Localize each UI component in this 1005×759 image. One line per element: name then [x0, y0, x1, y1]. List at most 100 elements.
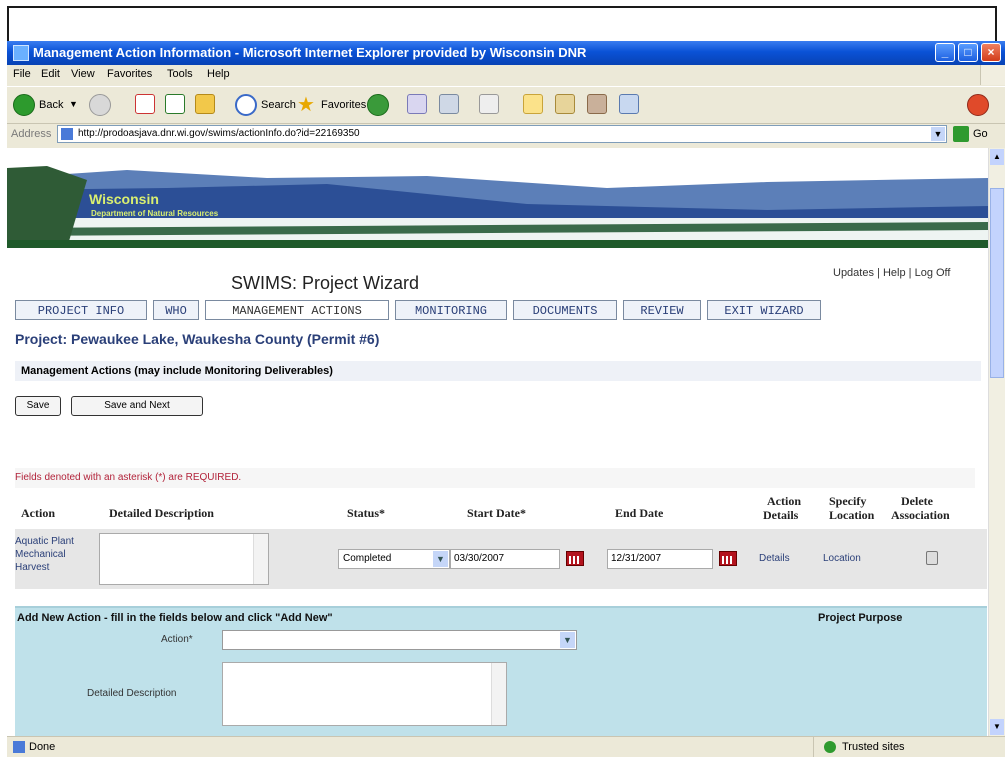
stop-icon[interactable] — [135, 94, 155, 114]
textarea-scrollbar[interactable] — [491, 663, 506, 725]
go-arrow-icon[interactable] — [953, 126, 969, 142]
status-select[interactable]: Completed ▼ — [338, 549, 450, 569]
menu-edit[interactable]: Edit — [41, 68, 60, 80]
calendar-icon[interactable] — [719, 551, 737, 566]
tab-review[interactable]: REVIEW — [623, 300, 701, 320]
home-icon[interactable] — [195, 94, 215, 114]
back-arrow-icon[interactable] — [13, 94, 35, 116]
books-icon[interactable] — [587, 94, 607, 114]
col-action-details-1: Action — [767, 494, 801, 508]
save-button[interactable]: Save — [15, 396, 61, 416]
research-icon[interactable] — [555, 94, 575, 114]
col-delete-1: Delete — [901, 494, 933, 508]
top-links: Updates | Help | Log Off — [833, 267, 951, 279]
details-link[interactable]: Details — [759, 553, 790, 564]
refresh-icon[interactable] — [165, 94, 185, 114]
action-select[interactable]: ▼ — [222, 630, 577, 650]
tab-monitoring[interactable]: MONITORING — [395, 300, 507, 320]
scroll-thumb[interactable] — [990, 188, 1004, 378]
go-label[interactable]: Go — [973, 128, 988, 140]
address-input[interactable]: http://prodoasjava.dnr.wi.gov/swims/acti… — [57, 125, 947, 143]
col-location-2: Location — [829, 508, 875, 522]
favorites-label[interactable]: Favorites — [321, 99, 366, 111]
tab-project-info[interactable]: PROJECT INFO — [15, 300, 147, 320]
tab-who[interactable]: WHO — [153, 300, 199, 320]
col-description: Detailed Description — [109, 506, 214, 520]
menu-file[interactable]: File — [13, 68, 31, 80]
maximize-button[interactable]: □ — [958, 43, 978, 62]
page-content: Wisconsin Department of Natural Resource… — [7, 148, 988, 736]
search-icon[interactable] — [235, 94, 257, 116]
page-title: SWIMS: Project Wizard — [231, 273, 420, 293]
address-bar: Address http://prodoasjava.dnr.wi.gov/sw… — [7, 123, 1005, 147]
col-action: Action — [21, 506, 55, 520]
back-dropdown-icon[interactable]: ▼ — [69, 99, 78, 109]
col-location-1: Specify — [829, 494, 867, 508]
minimize-button[interactable]: _ — [935, 43, 955, 62]
description-textarea[interactable] — [222, 662, 507, 726]
menu-favorites[interactable]: Favorites — [107, 68, 152, 80]
tab-management-actions[interactable]: MANAGEMENT ACTIONS — [205, 300, 389, 320]
description-label: Detailed Description — [87, 688, 177, 699]
updates-link[interactable]: Updates — [833, 267, 874, 279]
history-icon[interactable] — [367, 94, 389, 116]
row-description-textarea[interactable] — [99, 533, 269, 585]
title-bar[interactable]: Management Action Information - Microsof… — [7, 41, 1005, 65]
toolbar: Back ▼ Search ★ Favorites — [7, 86, 1005, 124]
messenger-icon[interactable] — [619, 94, 639, 114]
calendar-icon[interactable] — [566, 551, 584, 566]
col-delete-2: Association — [891, 508, 950, 522]
scroll-down-icon[interactable]: ▼ — [990, 719, 1004, 735]
delete-icon[interactable] — [926, 551, 938, 565]
forward-arrow-icon[interactable] — [89, 94, 111, 116]
chevron-down-icon[interactable]: ▼ — [560, 632, 575, 648]
folder-icon[interactable] — [523, 94, 543, 114]
textarea-scrollbar[interactable] — [253, 534, 268, 584]
action-label: Action* — [161, 634, 193, 645]
col-end-date: End Date — [615, 506, 664, 520]
windows-logo-icon — [980, 65, 1005, 85]
print-icon[interactable] — [439, 94, 459, 114]
col-start-date: Start Date* — [467, 506, 526, 520]
dnr-banner: Wisconsin Department of Natural Resource… — [7, 148, 988, 248]
window-title: Management Action Information - Microsof… — [33, 45, 587, 60]
extra-tool-icon[interactable] — [967, 94, 989, 116]
row-action: Aquatic Plant Mechanical Harvest — [15, 536, 74, 573]
status-bar: Done Trusted sites — [7, 736, 1005, 757]
add-new-header: Add New Action - fill in the fields belo… — [17, 612, 333, 624]
favorites-star-icon[interactable]: ★ — [297, 95, 317, 115]
start-date-input[interactable]: 03/30/2007 — [450, 549, 560, 569]
col-status: Status* — [347, 506, 386, 520]
end-date-input[interactable]: 12/31/2007 — [607, 549, 713, 569]
save-and-next-button[interactable]: Save and Next — [71, 396, 203, 416]
menu-tools[interactable]: Tools — [167, 68, 193, 80]
mail-icon[interactable] — [407, 94, 427, 114]
location-link[interactable]: Location — [823, 553, 861, 564]
vertical-scrollbar[interactable]: ▲ ▼ — [988, 148, 1005, 736]
page-done-icon — [13, 741, 25, 753]
ie-icon — [13, 45, 29, 61]
log-off-link[interactable]: Log Off — [915, 267, 951, 279]
help-link[interactable]: Help — [883, 267, 906, 279]
tab-documents[interactable]: DOCUMENTS — [513, 300, 617, 320]
page-icon — [61, 128, 73, 140]
close-button[interactable]: × — [981, 43, 1001, 62]
check-icon — [824, 741, 836, 753]
banner-wisconsin: Wisconsin — [89, 191, 159, 207]
menu-view[interactable]: View — [71, 68, 95, 80]
zone-label: Trusted sites — [842, 741, 905, 753]
status-value: Completed — [343, 553, 392, 564]
menu-help[interactable]: Help — [207, 68, 230, 80]
search-label[interactable]: Search — [261, 99, 296, 111]
address-dropdown-icon[interactable]: ▼ — [931, 127, 945, 141]
project-purpose-label: Project Purpose — [818, 612, 903, 624]
required-note: Fields denoted with an asterisk (*) are … — [15, 468, 975, 488]
chevron-down-icon[interactable]: ▼ — [433, 551, 448, 567]
col-action-details-2: Details — [763, 508, 799, 522]
tab-exit-wizard[interactable]: EXIT WIZARD — [707, 300, 821, 320]
scroll-up-icon[interactable]: ▲ — [990, 149, 1004, 165]
address-label: Address — [11, 128, 52, 140]
edit-icon[interactable] — [479, 94, 499, 114]
management-actions-header: Management Actions (may include Monitori… — [15, 361, 981, 381]
back-label[interactable]: Back — [39, 99, 63, 111]
